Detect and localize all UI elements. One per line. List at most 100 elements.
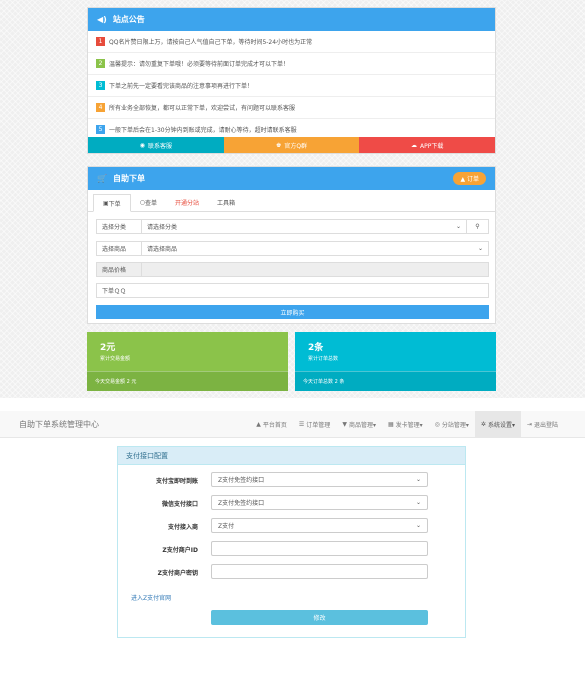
order-badge[interactable]: ▲ 订单 xyxy=(453,172,486,185)
notice-button-label: 联系客服 xyxy=(147,142,172,150)
tab-open-site-label: 开通分站 xyxy=(174,199,199,207)
config-label: 支付宝即时到账 xyxy=(155,478,198,485)
nav-item-label: 发卡管理▾ xyxy=(395,422,423,429)
nav-item-label: 平台首页 xyxy=(262,422,287,429)
nav-item-3[interactable]: ▦ 发卡管理▾ xyxy=(382,411,429,438)
nav-item-label: 商品管理▾ xyxy=(348,422,376,429)
category-row: 选择分类 请选择分类 ⌄ ⚲ xyxy=(96,219,489,234)
order-panel: 🛒 自助下单 ▲ 订单 ▣ 下单 ○ 查单 开通分站 工具箱 选择分类 请选择分… xyxy=(87,166,496,324)
stat-card-amount: 2元 累计交易金额 今天交易金额 2 元 xyxy=(87,332,288,391)
nav-item-label: 订单管理 xyxy=(306,422,331,429)
buy-button[interactable]: 立即购买 xyxy=(96,305,489,319)
cart-icon: 🛒 xyxy=(97,174,107,183)
notice-text: QQ名片赞日限上万，请按自己人气值自己下单，等待时间5-24小时也为正常 xyxy=(109,39,313,46)
config-value: Z支付免签约接口 xyxy=(218,500,265,507)
config-row: 支付接入商 Z支付 ⌄ xyxy=(118,518,465,533)
config-input[interactable] xyxy=(211,541,428,556)
category-value: 请选择分类 xyxy=(147,224,178,231)
notice-button-1[interactable]: ♚ 官方Q群 xyxy=(223,137,360,153)
notice-button-0[interactable]: ◉ 联系客服 xyxy=(88,137,224,153)
notice-button-label: APP下载 xyxy=(420,142,444,150)
stat-orders-value: 2条 xyxy=(308,343,324,353)
price-label: 商品价格 xyxy=(96,262,141,277)
admin-nav-items: ▲ 平台首页 ☰ 订单管理 ▼ 商品管理▾ ▦ 发卡管理▾ ◎ 分站管理▾ ✲ 系统设置▾ ⇥ 退出登陆 xyxy=(250,411,564,438)
config-row: 微信支付接口 Z支付免签约接口 ⌄ xyxy=(118,495,465,510)
nav-item-1[interactable]: ☰ 订单管理 xyxy=(293,411,336,438)
qq-row: 下单ＱＱ xyxy=(96,283,489,298)
button-icon: ◉ xyxy=(139,141,145,149)
tab-tools-label: 工具箱 xyxy=(216,199,235,207)
chevron-down-icon: ⌄ xyxy=(415,499,421,506)
notice-panel: ◀) 站点公告 1 QQ名片赞日限上万，请按自己人气值自己下单，等待时间5-24小… xyxy=(87,7,496,154)
speaker-icon: ◀) xyxy=(97,15,107,24)
stat-amount-label: 累计交易金额 xyxy=(100,356,131,362)
stat-orders-label: 累计订单总数 xyxy=(308,356,339,362)
notice-item: 3 下单之前先一定要看完该商品的注意事项再进行下单！ xyxy=(88,75,495,97)
qq-label: 下单ＱＱ xyxy=(102,288,127,295)
category-select[interactable]: 请选择分类 ⌄ xyxy=(141,219,467,234)
config-row: Z支付商户ID xyxy=(118,541,465,556)
nav-item-0[interactable]: ▲ 平台首页 xyxy=(250,411,293,438)
tab-query[interactable]: ○ 查单 xyxy=(131,193,166,211)
notice-number-badge: 5 xyxy=(96,125,105,134)
notice-number-badge: 2 xyxy=(96,59,105,68)
product-label: 选择商品 xyxy=(96,241,141,256)
nav-item-label: 分站管理▾ xyxy=(441,422,469,429)
notice-number-badge: 1 xyxy=(96,37,105,46)
notice-button-2[interactable]: ☁ APP下载 xyxy=(359,137,496,153)
notice-number-badge: 3 xyxy=(96,81,105,90)
chevron-down-icon: ⌄ xyxy=(455,223,461,230)
config-label: Z支付商户密钥 xyxy=(157,570,198,577)
nav-item-label: 退出登陆 xyxy=(533,422,558,429)
order-title: 自助下单 xyxy=(112,174,145,183)
notice-title: 站点公告 xyxy=(112,15,145,24)
stat-amount-value: 2元 xyxy=(100,343,116,353)
chevron-down-icon: ⌄ xyxy=(477,245,483,252)
price-row: 商品价格 xyxy=(96,262,489,277)
product-select[interactable]: 请选择商品 ⌄ xyxy=(141,241,489,256)
product-row: 选择商品 请选择商品 ⌄ xyxy=(96,241,489,256)
notice-header: ◀) 站点公告 xyxy=(88,8,495,31)
notice-number-badge: 4 xyxy=(96,103,105,112)
price-field xyxy=(141,262,489,277)
tab-tools[interactable]: 工具箱 xyxy=(208,193,244,211)
config-select[interactable]: Z支付免签约接口 ⌄ xyxy=(211,495,428,510)
tab-open-site[interactable]: 开通分站 xyxy=(166,193,208,211)
nav-item-6[interactable]: ⇥ 退出登陆 xyxy=(521,411,564,438)
notice-button-label: 官方Q群 xyxy=(284,142,308,150)
chevron-down-icon: ⌄ xyxy=(415,522,421,529)
nav-icon: ⇥ xyxy=(526,421,532,428)
product-value: 请选择商品 xyxy=(147,246,178,253)
config-value: Z支付免签约接口 xyxy=(218,477,265,484)
config-input[interactable] xyxy=(211,564,428,579)
save-button[interactable]: 修改 xyxy=(211,610,428,625)
admin-navbar: 自助下单系统管理中心 ▲ 平台首页 ☰ 订单管理 ▼ 商品管理▾ ▦ 发卡管理▾ ◎ 分站管理▾ ✲… xyxy=(0,411,585,438)
order-tabs: ▣ 下单 ○ 查单 开通分站 工具箱 xyxy=(88,190,495,212)
nav-item-5[interactable]: ✲ 系统设置▾ xyxy=(474,411,521,438)
button-icon: ♚ xyxy=(275,141,282,149)
stat-amount-today: 今天交易金额 2 元 xyxy=(87,371,288,391)
notice-item: 1 QQ名片赞日限上万，请按自己人气值自己下单，等待时间5-24小时也为正常 xyxy=(88,31,495,53)
payment-config-panel: 支付接口配置 支付宝即时到账 Z支付免签约接口 ⌄ 微信支付接口 Z支付免签约接口 ⌄ 支付… xyxy=(117,446,466,638)
config-row: Z支付商户密钥 xyxy=(118,564,465,579)
order-header: 🛒 自助下单 ▲ 订单 xyxy=(88,167,495,190)
admin-brand[interactable]: 自助下单系统管理中心 xyxy=(19,419,99,430)
notice-item: 4 所有业务全部恢复，都可以正常下单，欢迎尝试，有问题可以联系客服 xyxy=(88,97,495,119)
tab-order[interactable]: ▣ 下单 xyxy=(93,194,131,212)
stat-card-orders: 2条 累计订单总数 今天订单总数 2 条 xyxy=(295,332,496,391)
qq-input[interactable]: 下单ＱＱ xyxy=(96,283,489,298)
config-select[interactable]: Z支付 ⌄ xyxy=(211,518,428,533)
nav-icon: ◎ xyxy=(434,421,440,428)
nav-item-label: 系统设置▾ xyxy=(487,422,515,429)
notice-text: 一般下单后会在1-30分钟内到账或完成，请耐心等待，超时请联系客服 xyxy=(109,127,297,134)
order-badge-label: 订单 xyxy=(466,176,479,183)
category-label: 选择分类 xyxy=(96,219,141,234)
nav-icon: ✲ xyxy=(480,421,486,428)
notice-item: 2 温馨提示：请勿重复下单哦！必须要等待前面订单完成才可以下单！ xyxy=(88,53,495,75)
search-button[interactable]: ⚲ xyxy=(467,219,489,234)
nav-icon: ☰ xyxy=(298,421,305,428)
config-select[interactable]: Z支付免签约接口 ⌄ xyxy=(211,472,428,487)
nav-item-4[interactable]: ◎ 分站管理▾ xyxy=(429,411,475,438)
zpay-site-link[interactable]: 进入Z支付官网 xyxy=(131,593,171,602)
nav-item-2[interactable]: ▼ 商品管理▾ xyxy=(336,411,382,438)
